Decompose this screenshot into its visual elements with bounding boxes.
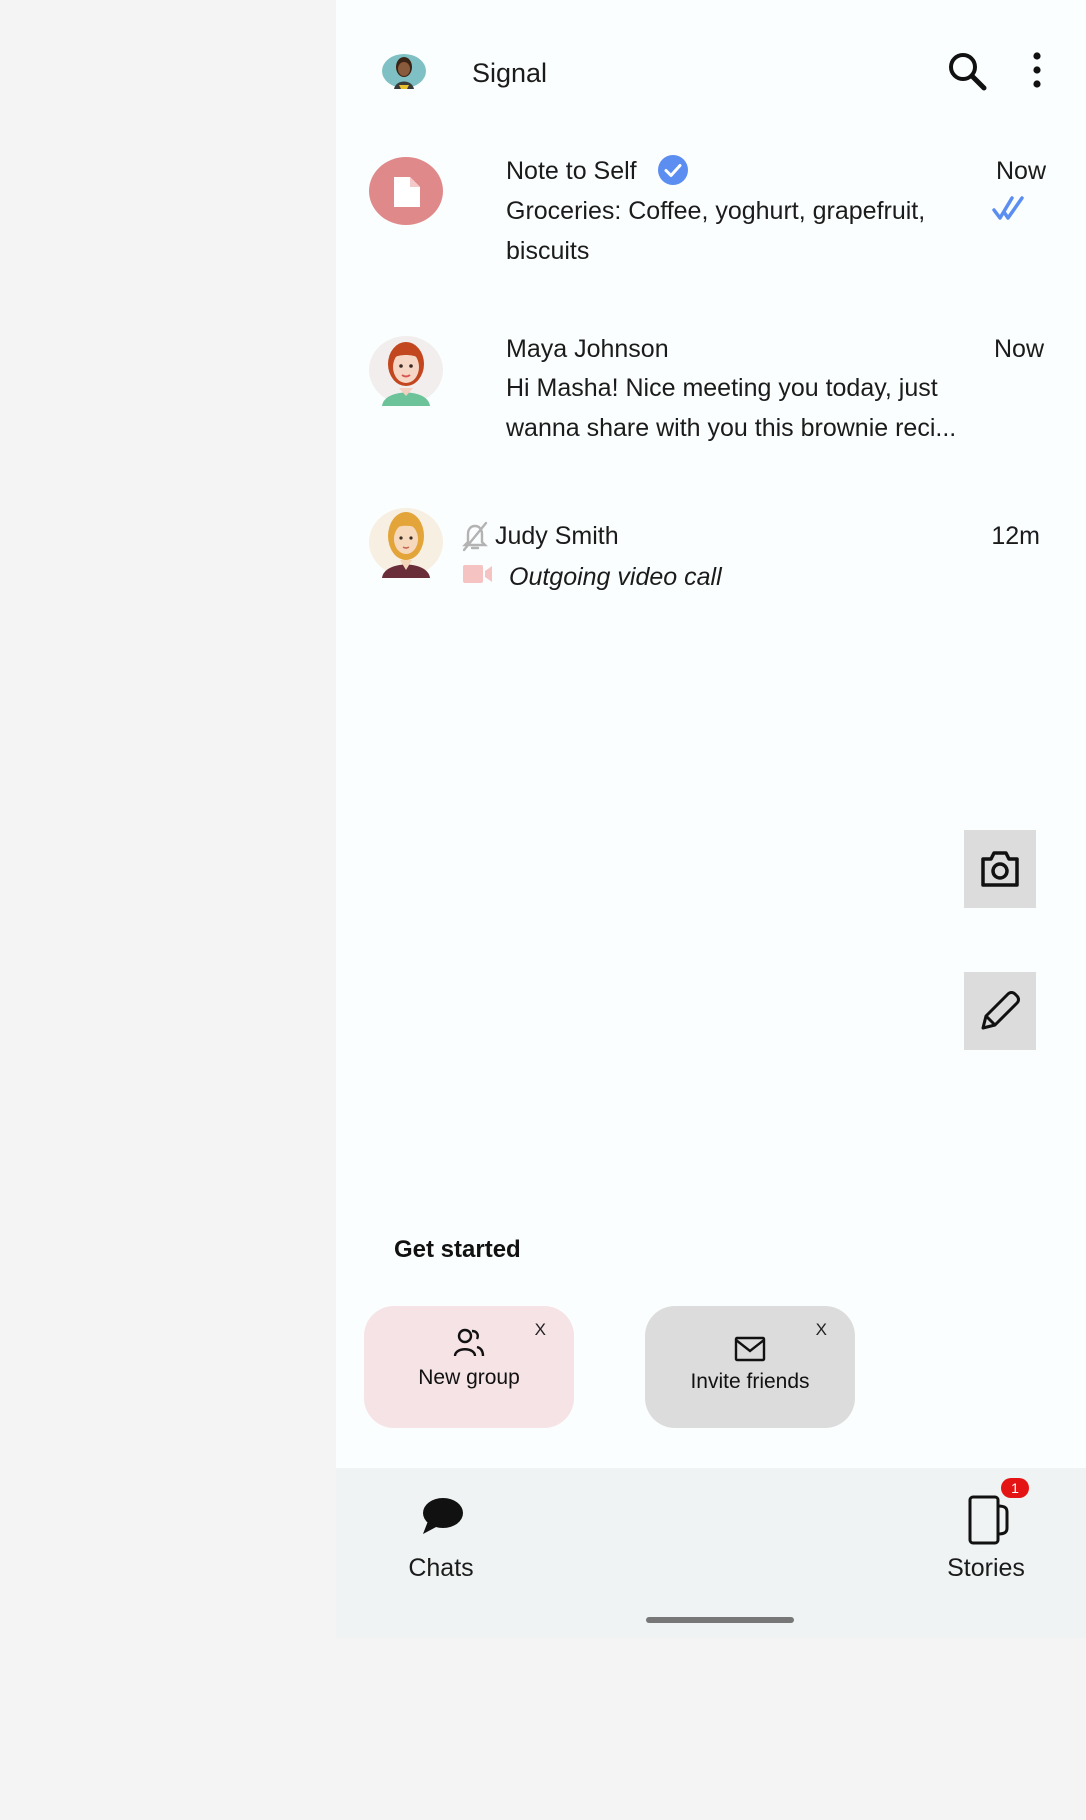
chat-row-judy-smith[interactable]: Judy Smith 12m Outgoing video call bbox=[336, 500, 1086, 600]
muted-icon bbox=[460, 520, 490, 557]
chat-name: Judy Smith bbox=[495, 522, 619, 550]
pencil-icon bbox=[981, 991, 1020, 1030]
camera-button[interactable] bbox=[964, 830, 1036, 908]
app-title: Signal bbox=[472, 58, 548, 88]
judy-smith-avatar bbox=[368, 506, 444, 582]
tab-chats-label: Chats bbox=[408, 1554, 474, 1582]
chat-preview: Outgoing video call bbox=[509, 563, 722, 591]
signal-app: Signal Note to Self Now Groceries: Coffe… bbox=[336, 0, 1086, 1638]
mail-icon bbox=[734, 1336, 766, 1367]
gesture-handle bbox=[646, 1617, 794, 1623]
verified-icon bbox=[657, 154, 689, 191]
more-vert-icon[interactable] bbox=[1026, 50, 1048, 90]
tab-stories-label: Stories bbox=[947, 1554, 1025, 1582]
video-call-icon bbox=[463, 563, 493, 590]
search-icon[interactable] bbox=[946, 50, 988, 92]
chat-time: 12m bbox=[991, 522, 1040, 550]
chat-time: Now bbox=[995, 157, 1046, 185]
chat-preview: Hi Masha! Nice meeting you today, just w… bbox=[506, 374, 957, 442]
top-app-bar: Signal bbox=[336, 0, 1086, 145]
bottom-navigation: Chats 1 Stories bbox=[336, 1468, 1086, 1638]
group-icon bbox=[453, 1326, 485, 1363]
stories-icon bbox=[967, 1494, 1011, 1551]
invite-friends-label: Invite friends bbox=[690, 1370, 810, 1393]
chat-row-maya-johnson[interactable]: Maya Johnson Now Hi Masha! Nice meeting … bbox=[336, 318, 1086, 468]
compose-button[interactable] bbox=[964, 972, 1036, 1050]
close-invite-friends-button[interactable]: X bbox=[816, 1320, 827, 1340]
chat-preview: Groceries: Coffee, yoghurt, grapefruit, … bbox=[506, 197, 926, 265]
chat-name: Maya Johnson bbox=[506, 335, 669, 363]
read-receipt-icon bbox=[992, 194, 1026, 229]
camera-icon bbox=[981, 851, 1019, 887]
get-started-title: Get started bbox=[394, 1236, 521, 1263]
chat-name: Note to Self bbox=[506, 157, 637, 185]
invite-friends-card[interactable]: X Invite friends bbox=[645, 1306, 855, 1428]
chat-row-note-to-self[interactable]: Note to Self Now Groceries: Coffee, yogh… bbox=[336, 140, 1086, 290]
stories-badge: 1 bbox=[1001, 1478, 1029, 1498]
maya-johnson-avatar bbox=[368, 334, 444, 410]
profile-avatar[interactable] bbox=[382, 52, 426, 90]
new-group-card[interactable]: X New group bbox=[364, 1306, 574, 1428]
chat-bubble-icon bbox=[420, 1496, 464, 1541]
new-group-label: New group bbox=[418, 1366, 520, 1389]
note-to-self-avatar bbox=[368, 155, 444, 231]
chat-time: Now bbox=[993, 335, 1044, 363]
close-new-group-button[interactable]: X bbox=[535, 1320, 546, 1340]
